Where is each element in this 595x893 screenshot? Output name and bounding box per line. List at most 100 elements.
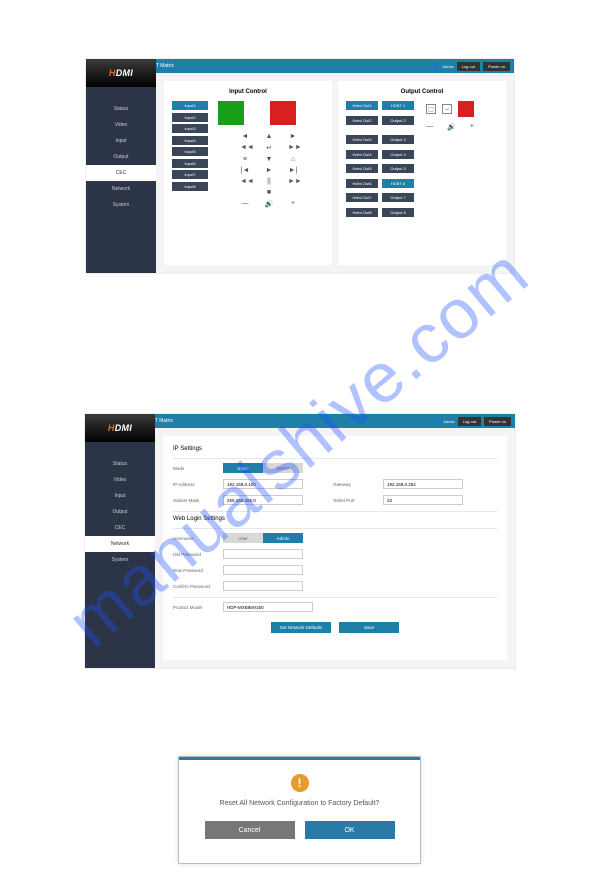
control-glyph[interactable]: ► [288,133,298,140]
arrow-icon[interactable]: → [442,104,452,114]
input-1-button[interactable]: Input1 [172,101,208,110]
gateway-input[interactable]: 192.168.0.254 [383,479,463,489]
output-button[interactable]: Hdmi Out7 [346,193,378,202]
control-glyph[interactable]: ◄◄ [240,178,250,185]
control-glyph[interactable]: ►► [288,144,298,152]
ip-input[interactable]: 192.168.0.100 [223,479,303,489]
out-btn[interactable]: HDBT 1 [382,101,414,110]
control-glyph[interactable]: ■ [264,189,274,196]
out-btn[interactable]: Output 2 [382,116,414,125]
control-glyph[interactable]: ≡ [240,156,250,163]
control-glyph[interactable]: 🔊 [264,200,274,208]
control-glyph[interactable]: || [264,178,274,185]
user-icon: 👤 [434,418,440,424]
volume-icon[interactable]: 🔊 [447,123,456,131]
screenshot-dialog: ! Reset All Network Configuration to Fac… [178,756,421,864]
control-glyph[interactable]: |◄ [240,167,250,174]
output-button[interactable]: Output 8 [382,208,414,217]
oldpw-input[interactable] [223,549,303,559]
sidebar-item-cec[interactable]: CEC [85,520,155,536]
product-input: HDP-MXB88H150 [223,602,313,612]
control-glyph[interactable]: ►► [288,178,298,185]
control-glyph[interactable]: ◄◄ [240,144,250,152]
logout-button[interactable]: Log out [458,417,481,426]
logo: HDMI [86,59,156,87]
dialog-message: Reset All Network Configuration to Facto… [220,800,380,807]
sidebar-item-system[interactable]: System [86,197,156,213]
static-tab[interactable]: Static [223,463,263,473]
sidebar-item-video[interactable]: Video [86,117,156,133]
control-glyph[interactable]: ↵ [264,144,274,152]
control-glyph[interactable]: — [240,200,250,208]
sidebar-item-network[interactable]: Network [85,536,155,552]
save-button[interactable]: Save [339,622,399,633]
output-button[interactable]: Hdmi Out6 [346,179,378,188]
poweron-button[interactable]: Power on [484,417,511,426]
user-tab[interactable]: User [223,533,263,543]
input-7-button[interactable]: Input7 [172,170,208,179]
sidebar: StatusVideoInputOutputCECNetworkSystem [86,73,156,273]
output-button[interactable]: Output 4 [382,150,414,159]
ok-button[interactable]: OK [305,821,395,839]
output-button[interactable]: Output 5 [382,164,414,173]
output-button[interactable]: Hdmi Out5 [346,164,378,173]
inputs-list: Input1 Input2 Input3 Input4 Input5 Input6 Inpu… [172,101,208,208]
input-control-panel: Input Control Input1Input2Input3Input4In… [164,81,332,265]
input-5-button[interactable]: Input5 [172,147,208,156]
output-button[interactable]: Output 3 [382,135,414,144]
telnet-input[interactable]: 23 [383,495,463,505]
sidebar-item-cec[interactable]: CEC [86,165,156,181]
control-glyph[interactable]: ►| [288,167,298,174]
output-button[interactable]: Output 7 [382,193,414,202]
output-title: Output Control [346,89,498,95]
minus-icon[interactable]: — [426,123,433,131]
control-glyph[interactable]: + [288,200,298,208]
sidebar-item-status[interactable]: Status [86,101,156,117]
poweron-button[interactable]: Power on [483,62,510,71]
newpw-input[interactable] [223,565,303,575]
sidebar-item-input[interactable]: Input [86,133,156,149]
power-on-box[interactable] [218,101,244,125]
control-glyph[interactable]: ⌂ [288,156,298,163]
control-glyph[interactable] [288,189,298,196]
output-button[interactable]: HDBT 6 [382,179,414,188]
control-glyph[interactable]: ▼ [264,156,274,163]
out-btn[interactable]: Hdmi Out2 [346,116,378,125]
sidebar-item-input[interactable]: Input [85,488,155,504]
set-defaults-button[interactable]: Set Network Defaults [271,622,331,633]
input-4-button[interactable]: Input4 [172,136,208,145]
screenshot-cec: 18Gbps 8x8 HDMI & HDBaseT Matrix 👤 Admin… [85,58,515,274]
admin-label[interactable]: Admin [443,419,454,424]
control-glyph[interactable]: ▲ [264,133,274,140]
input-icon[interactable]: ⬚ [426,104,436,114]
admin-tab[interactable]: Admin [263,533,303,543]
input-3-button[interactable]: Input3 [172,124,208,133]
control-glyph[interactable]: ◄ [240,133,250,140]
subnet-input[interactable]: 255.255.255.0 [223,495,303,505]
sidebar-item-video[interactable]: Video [85,472,155,488]
control-glyph[interactable] [240,189,250,196]
admin-label[interactable]: Admin [442,64,453,69]
confirmpw-input[interactable] [223,581,303,591]
sidebar-item-system[interactable]: System [85,552,155,568]
input-2-button[interactable]: Input2 [172,113,208,122]
sidebar-item-output[interactable]: Output [85,504,155,520]
output-button[interactable]: Hdmi Out8 [346,208,378,217]
power-off-box[interactable] [270,101,296,125]
output-button[interactable]: Hdmi Out3 [346,135,378,144]
dhcp-tab[interactable]: DHCP [263,463,303,473]
power-off-small[interactable] [458,101,474,117]
output-button[interactable]: Hdmi Out4 [346,150,378,159]
input-8-button[interactable]: Input8 [172,182,208,191]
cancel-button[interactable]: Cancel [205,821,295,839]
plus-icon[interactable]: + [470,123,474,131]
input-6-button[interactable]: Input6 [172,159,208,168]
logout-button[interactable]: Log out [457,62,480,71]
out-btn[interactable]: Hdmi Out1 [346,101,378,110]
sidebar-item-output[interactable]: Output [86,149,156,165]
control-glyph[interactable]: ► [264,167,274,174]
sidebar-item-network[interactable]: Network [86,181,156,197]
sidebar-item-status[interactable]: Status [85,456,155,472]
input-controls: ◄ ▲ ► ◄◄ ↵ ►► ≡ ▼ ⌂ |◄ ► ►| ◄◄ || ►► ■ — 🔊 + [214,101,324,208]
sidebar: StatusVideoInputOutputCECNetworkSystem [85,428,155,668]
